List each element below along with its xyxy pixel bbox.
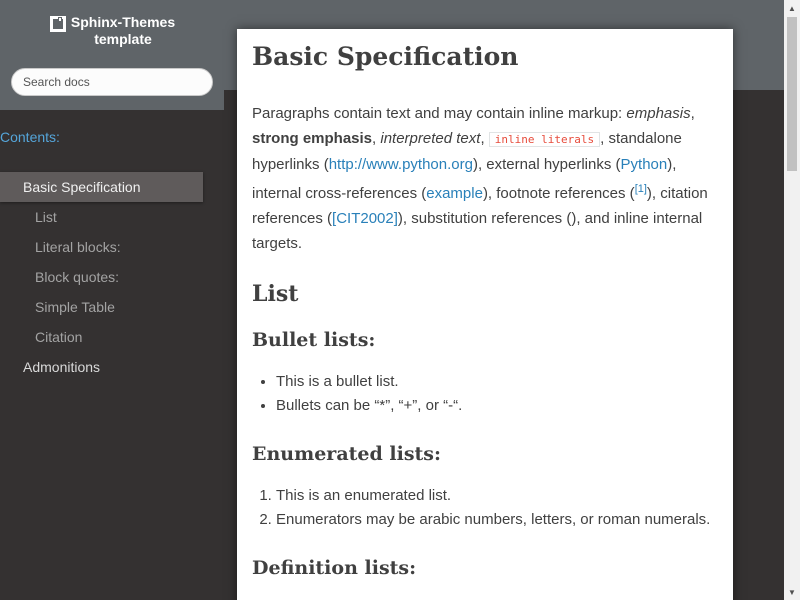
toc-item-admonitions[interactable]: Admonitions [0, 352, 224, 382]
project-title-line2: template [94, 31, 152, 47]
list-item: Bullets can be “*”, “+”, or “-“. [276, 394, 718, 418]
project-home-link[interactable]: Sphinx-Themes template [0, 14, 224, 48]
toc-item-list[interactable]: List [0, 202, 224, 232]
emphasis-text: emphasis [626, 105, 691, 122]
toc-item-literal-blocks[interactable]: Literal blocks: [0, 232, 224, 262]
bullet-list: This is a bullet list. Bullets can be “*… [276, 370, 718, 418]
python-external-link[interactable]: Python [621, 156, 668, 173]
strong-text: strong emphasis [252, 130, 373, 147]
interpreted-text: interpreted text [380, 130, 481, 147]
intro-paragraph: Paragraphs contain text and may contain … [252, 105, 708, 252]
enumerated-list: This is an enumerated list. Enumerators … [276, 484, 718, 532]
project-title-line1: Sphinx-Themes [70, 14, 176, 30]
scroll-down-arrow-icon[interactable]: ▼ [784, 584, 800, 600]
list-item: This is an enumerated list. [276, 484, 718, 508]
page-scrollbar[interactable]: ▲ ▼ [784, 0, 800, 600]
search-input[interactable] [11, 68, 213, 96]
toc-caption: Contents: [0, 129, 60, 145]
bullet-lists-heading: Bullet lists: [252, 329, 376, 351]
page-title: Basic Specification [252, 42, 519, 71]
document-content: Basic Specification Paragraphs contain t… [237, 29, 733, 600]
toc-list: Basic Specification List Literal blocks:… [0, 172, 224, 382]
toc-item-simple-table[interactable]: Simple Table [0, 292, 224, 322]
toc-item-block-quotes[interactable]: Block quotes: [0, 262, 224, 292]
toc-item-basic-specification[interactable]: Basic Specification [0, 172, 203, 202]
list-item: Enumerators may be arabic numbers, lette… [276, 508, 718, 532]
example-cross-reference[interactable]: example [426, 185, 483, 202]
list-item: This is a bullet list. [276, 370, 718, 394]
sidebar-header: Sphinx-Themes template [0, 0, 224, 110]
scroll-up-arrow-icon[interactable]: ▲ [784, 0, 800, 16]
definition-lists-heading: Definition lists: [252, 557, 417, 579]
logo-image-icon [49, 16, 66, 32]
inline-literal: inline literals [488, 132, 601, 147]
scrollbar-thumb[interactable] [787, 17, 797, 171]
list-heading: List [252, 281, 299, 307]
python-org-link[interactable]: http://www.python.org [329, 156, 473, 173]
footnote-reference[interactable]: [1] [635, 183, 647, 195]
sidebar: Sphinx-Themes template Contents: Basic S… [0, 0, 224, 600]
enumerated-lists-heading: Enumerated lists: [252, 443, 442, 465]
toc-item-citation[interactable]: Citation [0, 322, 224, 352]
citation-reference[interactable]: [CIT2002] [332, 210, 398, 227]
